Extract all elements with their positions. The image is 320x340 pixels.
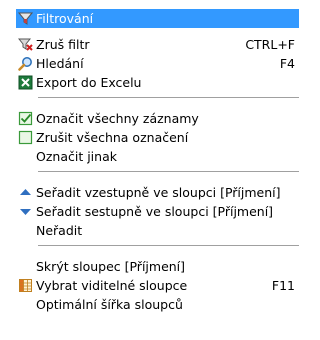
menu-item-label: Seřadit sestupně ve sloupci [Příjmení]	[36, 204, 274, 219]
menu-item-label: Neřadit	[36, 223, 83, 238]
uncheck-all-icon	[18, 130, 33, 145]
menu-item-shortcut: F11	[271, 278, 295, 293]
sort-ascending-icon	[20, 189, 31, 195]
funnel-icon	[18, 12, 33, 25]
menu-separator	[38, 97, 299, 98]
context-menu: Filtrování Zruš filtr CTRL+F Hledání F4 …	[0, 0, 313, 340]
check-all-icon	[18, 111, 33, 126]
menu-item-hide-column[interactable]: Skrýt sloupec [Příjmení]	[16, 257, 299, 276]
funnel-remove-icon	[18, 38, 33, 51]
menu-item-sort-descending[interactable]: Seřadit sestupně ve sloupci [Příjmení]	[16, 202, 299, 221]
menu-item-label: Hledání	[36, 56, 84, 71]
menu-item-label: Optimální šířka sloupců	[36, 297, 183, 312]
sort-descending-icon	[20, 209, 31, 215]
menu-item-shortcut: CTRL+F	[245, 37, 295, 52]
menu-item-label: Filtrování	[36, 11, 94, 26]
menu-item-label: Vybrat viditelné sloupce	[36, 278, 188, 293]
menu-item-sort-ascending[interactable]: Seřadit vzestupně ve sloupci [Příjmení]	[16, 183, 299, 202]
menu-separator	[38, 245, 299, 246]
menu-item-label: Označit všechny záznamy	[36, 111, 199, 126]
menu-item-no-sort[interactable]: Neřadit	[16, 221, 299, 240]
menu-item-label: Označit jinak	[36, 149, 117, 164]
menu-item-export-excel[interactable]: Export do Excelu	[16, 73, 299, 92]
menu-item-select-other[interactable]: Označit jinak	[16, 147, 299, 166]
excel-icon	[18, 75, 33, 90]
menu-item-search[interactable]: Hledání F4	[16, 54, 299, 73]
menu-item-unselect-all[interactable]: Zrušit všechna označení	[16, 128, 299, 147]
menu-item-label: Export do Excelu	[36, 75, 142, 90]
menu-item-clear-filter[interactable]: Zruš filtr CTRL+F	[16, 35, 299, 54]
menu-item-label: Zrušit všechna označení	[36, 130, 189, 145]
menu-item-choose-columns[interactable]: Vybrat viditelné sloupce F11	[16, 276, 299, 295]
menu-item-optimal-width[interactable]: Optimální šířka sloupců	[16, 295, 299, 314]
menu-item-label: Zruš filtr	[36, 37, 90, 52]
menu-separator	[38, 171, 299, 172]
columns-icon	[19, 279, 32, 292]
menu-item-label: Skrýt sloupec [Příjmení]	[36, 259, 186, 274]
menu-item-shortcut: F4	[279, 56, 295, 71]
menu-item-filter[interactable]: Filtrování	[16, 9, 299, 28]
menu-item-label: Seřadit vzestupně ve sloupci [Příjmení]	[36, 185, 281, 200]
magnifier-icon	[18, 57, 32, 71]
menu-item-select-all[interactable]: Označit všechny záznamy	[16, 109, 299, 128]
